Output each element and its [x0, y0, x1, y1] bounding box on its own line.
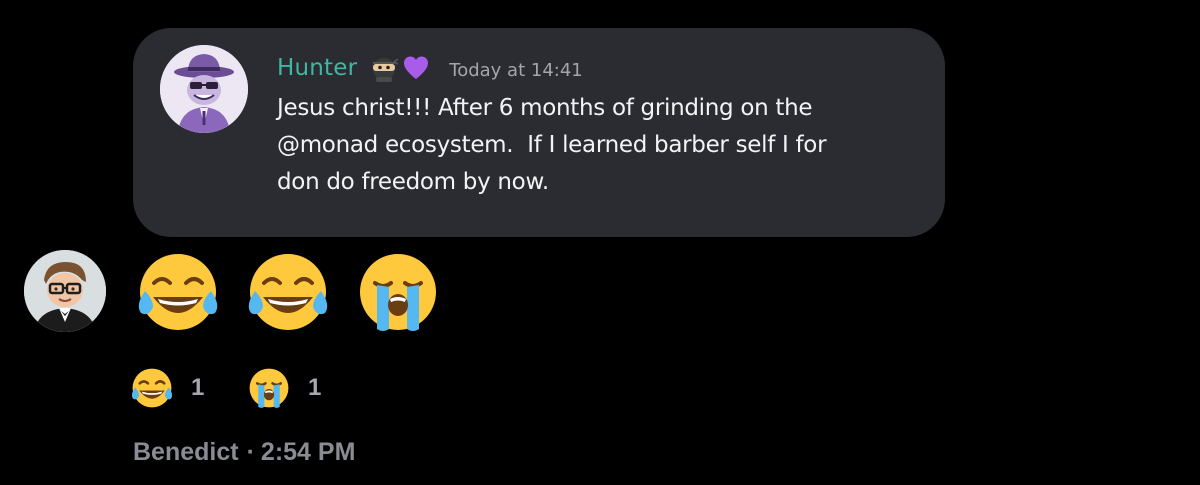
ninja-badge-icon [373, 58, 399, 82]
footer-separator: · [246, 437, 255, 466]
quoted-author-name[interactable]: Hunter [277, 55, 357, 81]
tears-of-joy-emoji-icon [138, 254, 218, 330]
reaction-count: 1 [308, 374, 322, 401]
reaction-tears-of-joy[interactable]: 1 [129, 364, 204, 412]
quoted-message-header: Hunter Today at 14:41 [277, 50, 583, 86]
quoted-message-text: Jesus christ!!! After 6 months of grindi… [277, 95, 827, 195]
loudly-crying-emoji-icon [360, 254, 436, 331]
hunter-avatar[interactable] [160, 45, 248, 133]
message-author-name[interactable]: Benedict [133, 438, 239, 467]
loudly-crying-emoji-icon [249, 368, 289, 408]
tears-of-joy-emoji-icon [131, 368, 173, 408]
reaction-loudly-crying[interactable]: 1 [246, 364, 321, 412]
benedict-avatar[interactable] [24, 250, 106, 332]
message-timestamp: 2:54 PM [260, 437, 356, 466]
reaction-count: 1 [191, 374, 205, 401]
tears-of-joy-emoji-icon [248, 254, 328, 330]
quoted-message-card[interactable]: Hunter Today at 14:41 Jesus christ!!! Af… [133, 28, 945, 237]
purple-heart-icon [404, 56, 429, 79]
message-footer: Benedict · 2:54 PM [133, 434, 355, 470]
quoted-timestamp: Today at 14:41 [449, 59, 583, 81]
